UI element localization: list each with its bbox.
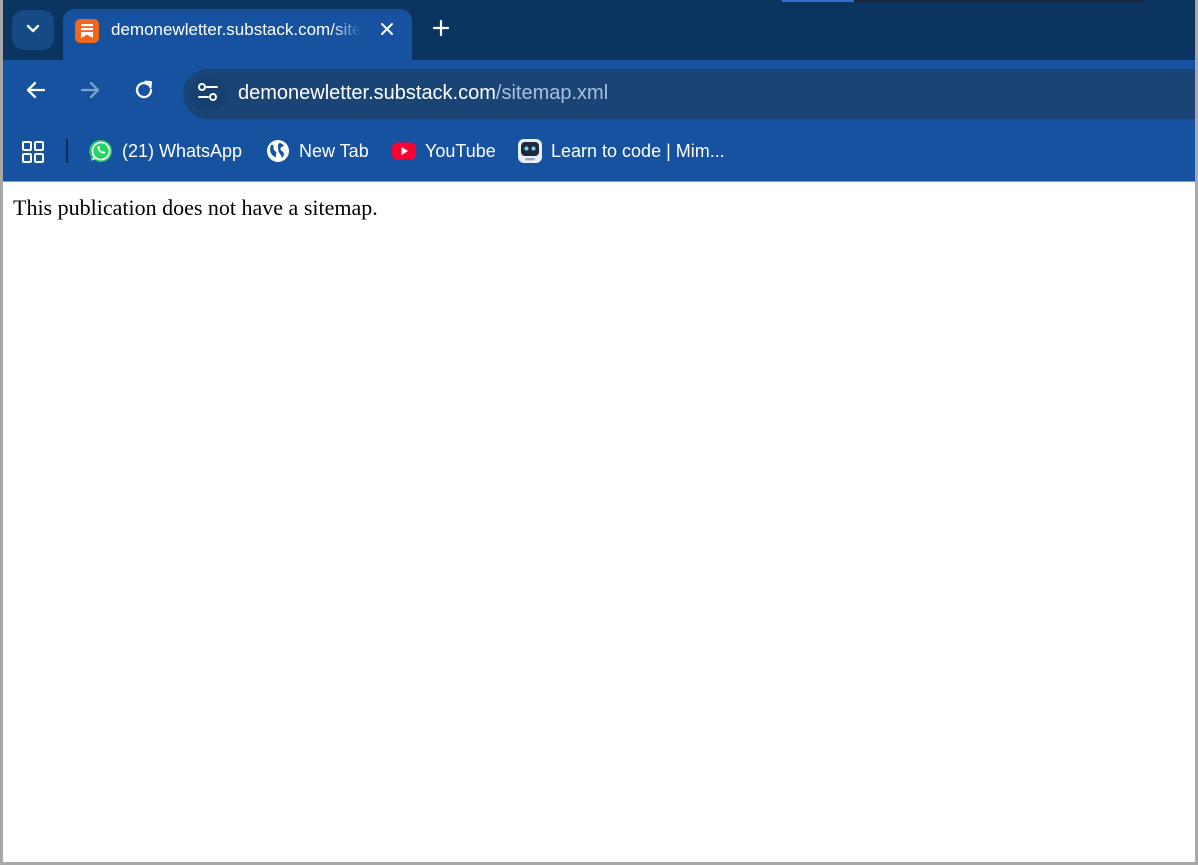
- url-text[interactable]: demonewletter.substack.com/sitemap.xml: [238, 82, 608, 105]
- arrow-left-icon: [25, 79, 47, 106]
- arrow-right-icon: [79, 79, 101, 106]
- bookmark-youtube[interactable]: YouTube: [391, 137, 496, 165]
- reload-icon: [133, 79, 155, 106]
- youtube-icon: [391, 138, 417, 164]
- back-button[interactable]: [22, 78, 50, 106]
- bookmark-whatsapp[interactable]: (21) WhatsApp: [88, 137, 242, 165]
- address-bar[interactable]: demonewletter.substack.com/sitemap.xml: [183, 69, 1195, 119]
- chevron-down-icon: [26, 21, 40, 39]
- apps-grid-icon: [20, 141, 46, 169]
- tab-close-button[interactable]: [375, 19, 399, 43]
- bookmarks-separator: [66, 139, 68, 163]
- bookmarks-bar: (21) WhatsApp New Tab YouTube Learn to c…: [3, 122, 1195, 181]
- bookmark-label: YouTube: [425, 140, 496, 161]
- new-tab-button[interactable]: [427, 16, 455, 44]
- tab-search-button[interactable]: [12, 10, 54, 50]
- substack-icon: [75, 19, 99, 43]
- tab-active[interactable]: demonewletter.substack.com/sitemap.xml: [63, 9, 412, 60]
- close-icon: [380, 22, 394, 41]
- plus-icon: [432, 19, 450, 42]
- bookmark-new-tab[interactable]: New Tab: [265, 137, 369, 165]
- reload-button[interactable]: [130, 78, 158, 106]
- window-indicator: [782, 0, 854, 2]
- globe-icon: [265, 138, 291, 164]
- url-path: /sitemap.xml: [495, 82, 609, 104]
- tab-strip: demonewletter.substack.com/sitemap.xml: [3, 0, 1195, 60]
- browser-window: demonewletter.substack.com/sitemap.xml: [0, 0, 1198, 865]
- bookmark-mimo[interactable]: Learn to code | Mim...: [517, 137, 725, 165]
- window-indicator-dark: [854, 0, 1144, 2]
- forward-button[interactable]: [76, 78, 104, 106]
- bookmark-label: New Tab: [299, 140, 369, 161]
- apps-button[interactable]: [20, 139, 46, 165]
- url-host: demonewletter.substack.com: [238, 82, 496, 104]
- bookmark-label: (21) WhatsApp: [122, 140, 243, 161]
- bookmark-label: Learn to code | Mim...: [551, 140, 725, 161]
- page-content: This publication does not have a sitemap…: [3, 182, 1195, 862]
- tune-icon: [197, 82, 219, 107]
- tab-title: demonewletter.substack.com/sitemap.xml: [111, 20, 361, 39]
- toolbar: demonewletter.substack.com/sitemap.xml: [3, 60, 1195, 122]
- whatsapp-icon: [88, 138, 114, 164]
- site-info-button[interactable]: [190, 76, 226, 112]
- page-message: This publication does not have a sitemap…: [13, 195, 378, 220]
- mimo-icon: [517, 138, 543, 164]
